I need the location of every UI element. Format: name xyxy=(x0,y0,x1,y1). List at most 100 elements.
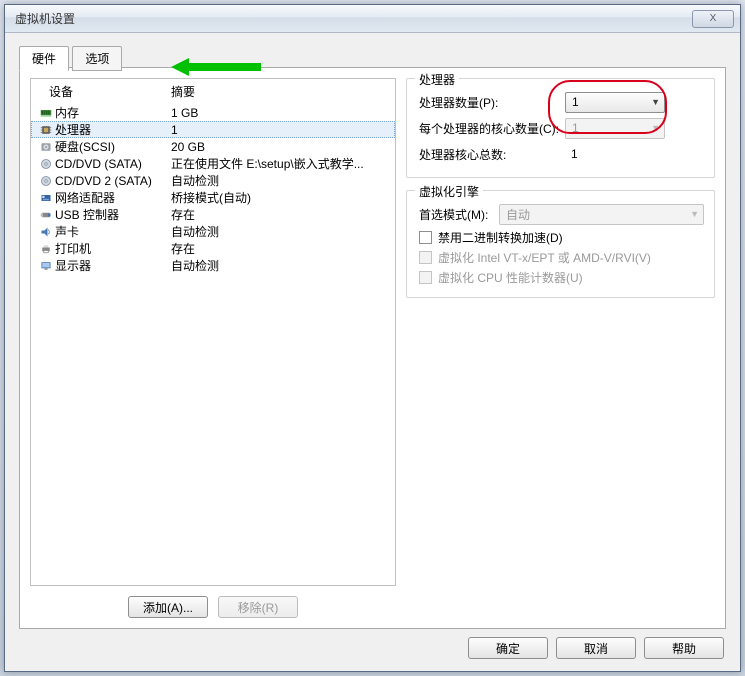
device-summary: 1 GB xyxy=(171,106,389,120)
usb-icon xyxy=(37,209,55,221)
device-row[interactable]: 内存1 GB xyxy=(31,104,395,121)
processor-count-label: 处理器数量(P): xyxy=(419,94,565,111)
virtualization-group: 虚拟化引擎 首选模式(M): 自动 ▼ 禁用二进制转换加速(D) xyxy=(406,190,715,298)
device-name: 打印机 xyxy=(55,240,171,257)
device-name: 处理器 xyxy=(55,121,171,138)
sound-icon xyxy=(37,226,55,238)
device-name: 声卡 xyxy=(55,223,171,240)
help-button-label: 帮助 xyxy=(672,640,696,657)
cancel-button[interactable]: 取消 xyxy=(556,637,636,659)
processor-count-select[interactable]: 1 ▼ xyxy=(565,92,665,113)
chevron-down-icon: ▼ xyxy=(651,97,660,107)
device-row[interactable]: 显示器自动检测 xyxy=(31,257,395,274)
vm-settings-window: 虚拟机设置 X 硬件 选项 设备 摘要 内存1 GB处理器1硬盘(SCSI)20… xyxy=(4,4,741,672)
device-summary: 桥接模式(自动) xyxy=(171,189,389,206)
device-summary: 20 GB xyxy=(171,140,389,154)
disable-binary-translation-label: 禁用二进制转换加速(D) xyxy=(438,229,563,246)
preferred-mode-value: 自动 xyxy=(506,206,530,223)
ok-button-label: 确定 xyxy=(496,640,520,657)
display-icon xyxy=(37,260,55,272)
device-summary: 自动检测 xyxy=(171,223,389,240)
device-row[interactable]: 硬盘(SCSI)20 GB xyxy=(31,138,395,155)
preferred-mode-select: 自动 ▼ xyxy=(499,204,704,225)
device-name: CD/DVD (SATA) xyxy=(55,157,171,171)
device-name: 硬盘(SCSI) xyxy=(55,138,171,155)
device-summary: 存在 xyxy=(171,206,389,223)
device-list-header: 设备 摘要 xyxy=(31,79,395,104)
cd-icon xyxy=(37,158,55,170)
virtualize-vt-row: 虚拟化 Intel VT-x/EPT 或 AMD-V/RVI(V) xyxy=(419,247,704,267)
device-row[interactable]: 网络适配器桥接模式(自动) xyxy=(31,189,395,206)
device-summary: 自动检测 xyxy=(171,172,389,189)
virtualization-group-title: 虚拟化引擎 xyxy=(415,183,483,200)
remove-button-label: 移除(R) xyxy=(238,599,279,616)
disable-binary-translation-row[interactable]: 禁用二进制转换加速(D) xyxy=(419,227,704,247)
help-button[interactable]: 帮助 xyxy=(644,637,724,659)
right-column: 处理器 处理器数量(P): 1 ▼ 每个处理器的核心数量(C): xyxy=(406,78,715,618)
cancel-button-label: 取消 xyxy=(584,640,608,657)
header-summary: 摘要 xyxy=(171,83,387,100)
cpu-icon xyxy=(37,124,55,136)
close-button[interactable]: X xyxy=(692,10,734,28)
device-row[interactable]: CD/DVD (SATA)正在使用文件 E:\setup\嵌入式教学... xyxy=(31,155,395,172)
tab-options-label: 选项 xyxy=(85,52,109,66)
checkbox-icon xyxy=(419,251,432,264)
cores-per-processor-label: 每个处理器的核心数量(C): xyxy=(419,120,565,137)
checkbox-icon xyxy=(419,271,432,284)
add-button-label: 添加(A)... xyxy=(143,599,193,616)
virtualize-cpu-perf-row: 虚拟化 CPU 性能计数器(U) xyxy=(419,267,704,287)
processors-group: 处理器 处理器数量(P): 1 ▼ 每个处理器的核心数量(C): xyxy=(406,78,715,178)
close-icon: X xyxy=(710,13,717,24)
preferred-mode-label: 首选模式(M): xyxy=(419,206,499,223)
chevron-down-icon: ▼ xyxy=(690,209,699,219)
add-button[interactable]: 添加(A)... xyxy=(128,596,208,618)
device-summary: 自动检测 xyxy=(171,257,389,274)
tab-hardware-label: 硬件 xyxy=(32,52,56,66)
device-name: 内存 xyxy=(55,104,171,121)
total-cores-label: 处理器核心总数: xyxy=(419,146,565,163)
device-buttons: 添加(A)... 移除(R) xyxy=(30,596,396,618)
tab-options[interactable]: 选项 xyxy=(72,46,122,71)
device-row[interactable]: 处理器1 xyxy=(31,121,395,138)
device-row[interactable]: CD/DVD 2 (SATA)自动检测 xyxy=(31,172,395,189)
device-list[interactable]: 设备 摘要 内存1 GB处理器1硬盘(SCSI)20 GBCD/DVD (SAT… xyxy=(30,78,396,586)
cores-per-processor-value: 1 xyxy=(572,121,579,135)
header-device: 设备 xyxy=(49,83,171,100)
tab-strip: 硬件 选项 xyxy=(19,45,726,67)
cd-icon xyxy=(37,175,55,187)
device-items: 内存1 GB处理器1硬盘(SCSI)20 GBCD/DVD (SATA)正在使用… xyxy=(31,104,395,274)
tab-hardware[interactable]: 硬件 xyxy=(19,46,69,71)
cores-per-processor-select: 1 ▼ xyxy=(565,118,665,139)
total-cores-row: 处理器核心总数: 1 xyxy=(419,141,704,167)
nic-icon xyxy=(37,192,55,204)
ok-button[interactable]: 确定 xyxy=(468,637,548,659)
checkbox-icon[interactable] xyxy=(419,231,432,244)
window-body: 硬件 选项 设备 摘要 内存1 GB处理器1硬盘(SCSI)20 GBCD/DV… xyxy=(5,33,740,671)
memory-icon xyxy=(37,107,55,119)
virtualize-cpu-perf-label: 虚拟化 CPU 性能计数器(U) xyxy=(438,269,583,286)
left-column: 设备 摘要 内存1 GB处理器1硬盘(SCSI)20 GBCD/DVD (SAT… xyxy=(30,78,396,618)
device-summary: 正在使用文件 E:\setup\嵌入式教学... xyxy=(171,155,389,172)
processor-count-row: 处理器数量(P): 1 ▼ xyxy=(419,89,704,115)
total-cores-value: 1 xyxy=(565,147,578,161)
device-row[interactable]: 打印机存在 xyxy=(31,240,395,257)
device-summary: 存在 xyxy=(171,240,389,257)
processor-count-value: 1 xyxy=(572,95,579,109)
tab-panel-hardware: 设备 摘要 内存1 GB处理器1硬盘(SCSI)20 GBCD/DVD (SAT… xyxy=(19,67,726,629)
device-name: USB 控制器 xyxy=(55,206,171,223)
device-summary: 1 xyxy=(171,123,389,137)
device-name: 网络适配器 xyxy=(55,189,171,206)
hdd-icon xyxy=(37,141,55,153)
device-name: CD/DVD 2 (SATA) xyxy=(55,174,171,188)
printer-icon xyxy=(37,243,55,255)
cores-per-processor-row: 每个处理器的核心数量(C): 1 ▼ xyxy=(419,115,704,141)
preferred-mode-row: 首选模式(M): 自动 ▼ xyxy=(419,201,704,227)
device-row[interactable]: USB 控制器存在 xyxy=(31,206,395,223)
device-row[interactable]: 声卡自动检测 xyxy=(31,223,395,240)
window-title: 虚拟机设置 xyxy=(11,10,692,27)
remove-button: 移除(R) xyxy=(218,596,298,618)
processors-group-title: 处理器 xyxy=(415,71,459,88)
virtualize-vt-label: 虚拟化 Intel VT-x/EPT 或 AMD-V/RVI(V) xyxy=(438,249,651,266)
chevron-down-icon: ▼ xyxy=(651,123,660,133)
titlebar[interactable]: 虚拟机设置 X xyxy=(5,5,740,33)
